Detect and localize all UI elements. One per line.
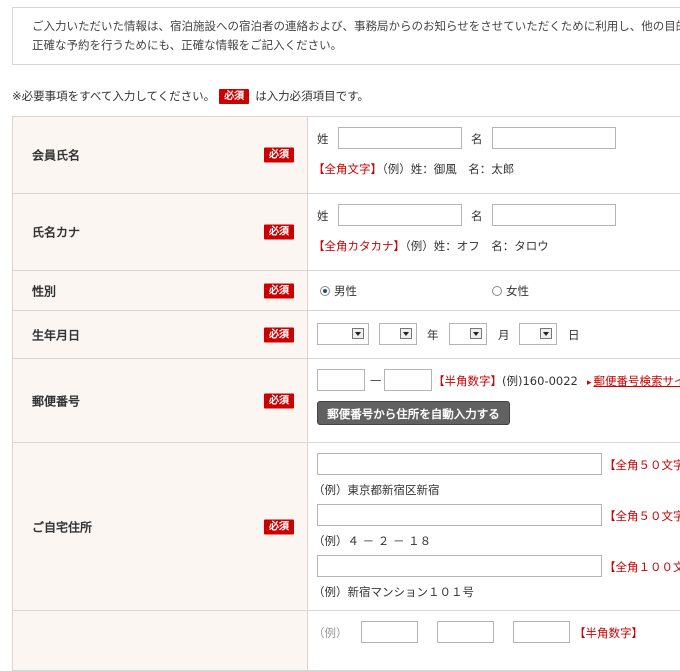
phone-part3-input[interactable] (513, 621, 570, 643)
kana-hint-example: （例）姓：オフ 名：タロウ (405, 239, 549, 253)
label-gender: 性別 (32, 282, 56, 299)
label-home-address: ご自宅住所 (32, 518, 92, 535)
row-gender: 性別 必須 男性 女性 (13, 271, 680, 311)
gender-female-radio[interactable] (492, 286, 502, 296)
birth-year-select[interactable] (379, 323, 417, 345)
notice-line-1: ご入力いただいた情報は、宿泊施設への宿泊者の連絡および、事務局からのお知らせをさ… (32, 17, 680, 36)
required-badge: 必須 (264, 519, 294, 534)
required-note-prefix: ※必要事項をすべて入力してください。 (12, 89, 215, 103)
label-birthdate: 生年月日 (32, 326, 80, 343)
name-hint: 【全角文字】（例）姓：御風 名：太郎 (313, 161, 514, 177)
kana-hint: 【全角カタカナ】（例）姓：オフ 名：タロウ (313, 238, 549, 254)
postal-hint-format: 【半角数字】 (433, 374, 502, 388)
label-cell: 生年月日 必須 (13, 311, 308, 359)
name-hint-format: 【全角文字】 (313, 162, 382, 176)
sei-kana-label: 姓 (317, 208, 329, 224)
postal-hint: 【半角数字】(例)160-0022 (433, 373, 578, 389)
label-cell: 性別 必須 (13, 271, 308, 311)
mei-kana-label: 名 (471, 208, 483, 224)
postal-code-first-input[interactable] (317, 369, 365, 391)
day-label: 日 (568, 327, 580, 343)
field-cell: 【全角５０文字 （例）東京都新宿区新宿 【全角５０文字 （例）４ － ２ － １… (308, 443, 680, 611)
row-postal-code: 郵便番号 必須 — 【半角数字】(例)160-0022 郵便番号検索サイ 郵便番… (13, 359, 680, 443)
label-member-name: 会員氏名 (32, 147, 80, 164)
address-line3-limit: 【全角１００文 (604, 559, 680, 575)
phone-part1-input[interactable] (361, 621, 418, 643)
label-cell (13, 611, 308, 671)
address-line1-input[interactable] (317, 453, 602, 475)
address-line2-example: （例）４ － ２ － １８ (313, 533, 431, 549)
row-member-name: 会員氏名 必須 姓 名 【全角文字】（例）姓：御風 名：太郎 (13, 117, 680, 194)
kana-hint-format: 【全角カタカナ】 (313, 239, 405, 253)
field-cell: 年 月 日 (308, 311, 680, 359)
label-cell: 会員氏名 必須 (13, 117, 308, 194)
required-note: ※必要事項をすべて入力してください。必須は入力必須項目です。 (12, 88, 369, 104)
member-form-table: 会員氏名 必須 姓 名 【全角文字】（例）姓：御風 名：太郎 氏名カナ 必須 姓… (12, 116, 680, 671)
postal-dash: — (370, 373, 382, 387)
required-badge: 必須 (264, 327, 294, 342)
address-line2-limit: 【全角５０文字 (604, 508, 680, 524)
name-hint-example: （例）姓：御風 名：太郎 (382, 162, 514, 176)
address-line3-input[interactable] (317, 555, 602, 577)
required-badge: 必須 (264, 393, 294, 408)
postal-code-second-input[interactable] (384, 369, 432, 391)
chevron-down-icon (470, 328, 482, 339)
address-line2-input[interactable] (317, 504, 602, 526)
chevron-down-icon (400, 328, 412, 339)
gender-male-radio[interactable] (320, 286, 330, 296)
notice-line-2: 正確な予約を行うためにも、正確な情報をご記入ください。 (32, 36, 680, 55)
label-cell: ご自宅住所 必須 (13, 443, 308, 611)
address-line1-example: （例）東京都新宿区新宿 (313, 482, 440, 498)
required-badge: 必須 (264, 283, 294, 298)
chevron-down-icon (352, 328, 364, 339)
required-badge: 必須 (264, 225, 294, 240)
required-badge: 必須 (219, 89, 249, 104)
sei-label: 姓 (317, 131, 329, 147)
first-name-kana-input[interactable] (492, 204, 616, 226)
required-badge: 必須 (264, 148, 294, 163)
gender-female-label[interactable]: 女性 (506, 283, 529, 299)
last-name-input[interactable] (338, 127, 462, 149)
field-cell: — 【半角数字】(例)160-0022 郵便番号検索サイ 郵便番号から住所を自動… (308, 359, 680, 443)
row-birthdate: 生年月日 必須 年 月 日 (13, 311, 680, 359)
field-cell: 姓 名 【全角文字】（例）姓：御風 名：太郎 (308, 117, 680, 194)
autofill-address-button[interactable]: 郵便番号から住所を自動入力する (317, 401, 510, 425)
year-label: 年 (427, 327, 439, 343)
mei-label: 名 (471, 131, 483, 147)
phone-hint-format: 【半角数字】 (574, 625, 643, 641)
row-name-kana: 氏名カナ 必須 姓 名 【全角カタカナ】（例）姓：オフ 名：タロウ (13, 194, 680, 271)
month-label: 月 (498, 327, 510, 343)
phone-example-prefix: （例） (313, 625, 348, 641)
birth-era-select[interactable] (317, 323, 369, 345)
postal-search-link[interactable]: 郵便番号検索サイ (587, 373, 680, 389)
field-cell: （例） 【半角数字】 (308, 611, 680, 671)
required-note-suffix: は入力必須項目です。 (255, 89, 369, 103)
chevron-down-icon (540, 328, 552, 339)
notice-box: ご入力いただいた情報は、宿泊施設への宿泊者の連絡および、事務局からのお知らせをさ… (12, 7, 680, 65)
field-cell: 姓 名 【全角カタカナ】（例）姓：オフ 名：タロウ (308, 194, 680, 271)
label-postal-code: 郵便番号 (32, 392, 80, 409)
first-name-input[interactable] (492, 127, 616, 149)
address-line1-limit: 【全角５０文字 (604, 457, 680, 473)
label-name-kana: 氏名カナ (32, 224, 80, 241)
phone-part2-input[interactable] (437, 621, 494, 643)
row-home-address: ご自宅住所 必須 【全角５０文字 （例）東京都新宿区新宿 【全角５０文字 （例）… (13, 443, 680, 611)
label-cell: 氏名カナ 必須 (13, 194, 308, 271)
birth-day-select[interactable] (519, 323, 557, 345)
row-phone-partial: （例） 【半角数字】 (13, 611, 680, 671)
address-line3-example: （例）新宿マンション１０１号 (313, 584, 474, 600)
birth-month-select[interactable] (449, 323, 487, 345)
last-name-kana-input[interactable] (338, 204, 462, 226)
postal-hint-example: (例)160-0022 (502, 374, 578, 388)
label-cell: 郵便番号 必須 (13, 359, 308, 443)
field-cell: 男性 女性 (308, 271, 680, 311)
gender-male-label[interactable]: 男性 (334, 283, 357, 299)
